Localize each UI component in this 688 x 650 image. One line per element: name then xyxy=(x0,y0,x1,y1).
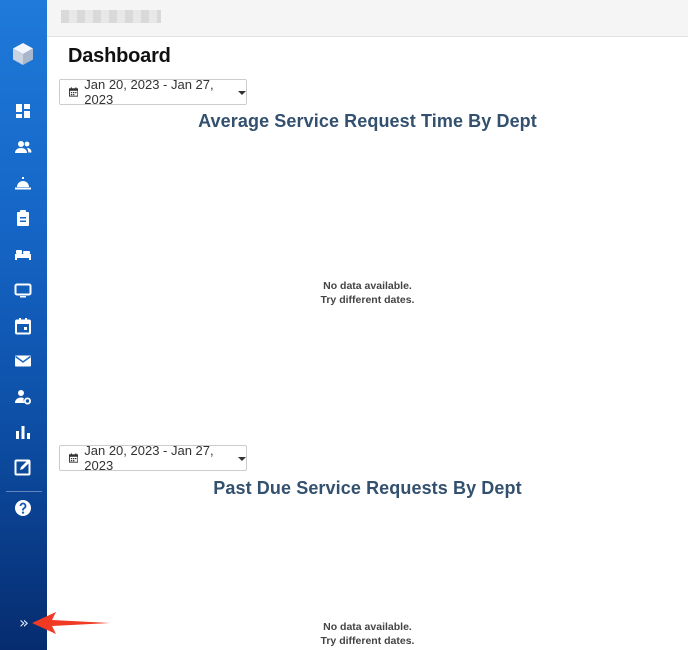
sidebar-item-users[interactable] xyxy=(12,136,34,158)
dashboard-icon xyxy=(16,104,30,118)
blurred-property-name xyxy=(61,10,161,23)
chart-title: Average Service Request Time By Dept xyxy=(198,111,537,131)
sidebar-item-rooms[interactable] xyxy=(12,243,34,265)
chart-title: Past Due Service Requests By Dept xyxy=(213,478,522,498)
calendar-icon xyxy=(69,87,79,97)
no-data-line: No data available. xyxy=(323,280,412,292)
envelope-icon xyxy=(15,355,31,367)
page-title: Dashboard xyxy=(68,45,171,67)
no-data-hint: Try different dates. xyxy=(320,635,415,647)
sidebar-item-help[interactable] xyxy=(12,497,34,519)
help-icon xyxy=(15,500,31,516)
clipboard-icon xyxy=(17,210,29,226)
sidebar-item-user-settings[interactable] xyxy=(12,386,34,408)
calendar-icon xyxy=(69,453,79,463)
users-icon xyxy=(15,141,32,153)
tv-icon xyxy=(14,283,32,298)
caret-down-icon xyxy=(238,91,246,95)
sidebar-item-calendar[interactable] xyxy=(12,315,34,337)
no-data-message: No data available. Try different dates. xyxy=(47,279,688,307)
sidebar: » xyxy=(0,0,47,650)
no-data-line: No data available. xyxy=(323,621,412,633)
service-bell-icon xyxy=(15,177,31,190)
sidebar-divider xyxy=(6,491,42,492)
top-bar xyxy=(47,0,688,37)
date-range-picker-button[interactable]: Jan 20, 2023 - Jan 27, 2023 xyxy=(59,77,247,107)
bar-chart-icon xyxy=(16,426,30,439)
no-data-hint: Try different dates. xyxy=(320,294,415,306)
date-range-label: Jan 20, 2023 - Jan 27, 2023 xyxy=(84,443,214,473)
sidebar-item-dashboard[interactable] xyxy=(12,100,34,122)
sidebar-item-edit[interactable] xyxy=(12,456,34,478)
user-settings-icon xyxy=(15,390,31,405)
annotation-arrow-icon xyxy=(32,612,110,634)
calendar-icon xyxy=(15,318,31,335)
sidebar-item-tasks[interactable] xyxy=(12,207,34,229)
sidebar-item-messages[interactable] xyxy=(12,350,34,372)
app-logo-icon[interactable] xyxy=(11,42,35,66)
sidebar-item-reports[interactable] xyxy=(12,421,34,443)
edit-icon xyxy=(14,459,31,476)
sidebar-item-service-requests[interactable] xyxy=(12,172,34,194)
no-data-message: No data available. Try different dates. xyxy=(47,620,688,648)
date-range-picker-button[interactable]: Jan 20, 2023 - Jan 27, 2023 xyxy=(59,443,247,473)
date-range-label: Jan 20, 2023 - Jan 27, 2023 xyxy=(84,77,214,107)
caret-down-icon xyxy=(238,457,246,461)
sidebar-item-displays[interactable] xyxy=(12,279,34,301)
bed-icon xyxy=(15,250,31,260)
